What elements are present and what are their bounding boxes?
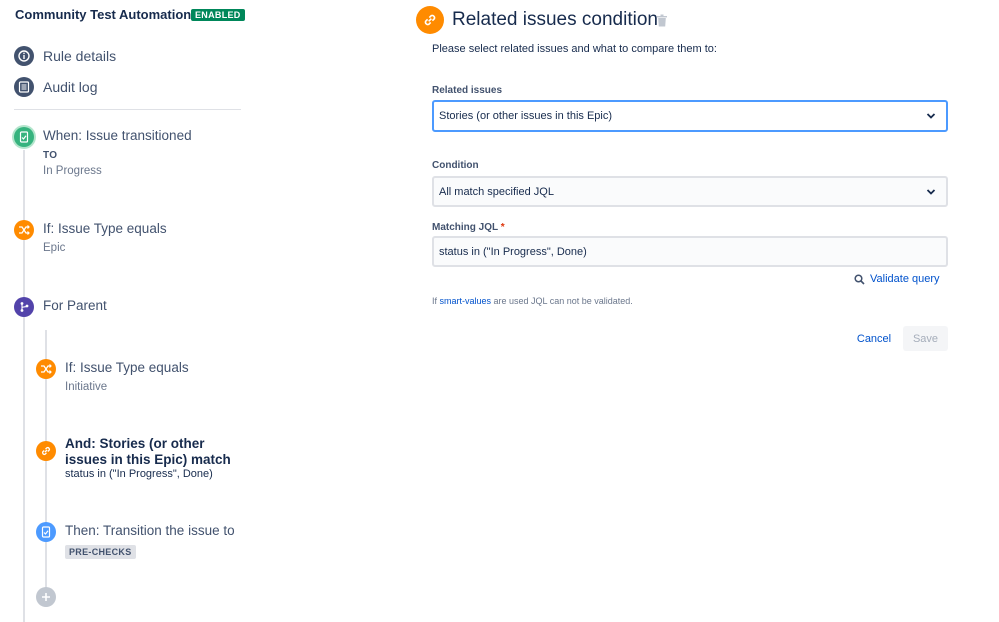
matching-jql-value: status in ("In Progress", Done) [439,245,587,258]
panel-description: Please select related issues and what to… [432,43,717,55]
condition-select[interactable]: All match specified JQL [432,176,948,207]
panel-title: Related issues condition [452,9,658,30]
component-action-title: Then: Transition the issue to [65,523,235,538]
nav-audit-log-label: Audit log [43,79,98,95]
chevron-down-icon [926,113,936,119]
helper-prefix: If [432,296,440,306]
nav-audit-log[interactable]: Audit log [14,76,97,98]
helper-suffix: are used JQL can not be validated. [491,296,633,306]
related-issues-value: Stories (or other issues in this Epic) [439,110,613,122]
status-badge: ENABLED [191,9,245,21]
search-icon [854,273,865,285]
branch-icon [14,297,34,317]
shuffle-icon [36,359,56,379]
component-branch-for-parent[interactable]: For Parent [14,297,244,321]
info-icon [14,46,34,66]
component-trigger[interactable]: When: Issue transitioned TO In Progress [14,127,244,177]
condition-value: All match specified JQL [439,185,554,198]
rule-sidebar: Community Test Automation ENABLED Rule d… [0,0,260,622]
matching-jql-label-text: Matching JQL [432,222,498,233]
component-branch-title: For Parent [43,298,107,313]
transition-icon [36,522,56,542]
component-condition-issue-type[interactable]: If: Issue Type equals Epic [14,220,244,260]
condition-label: Condition [432,160,479,171]
list-icon [14,77,34,97]
component-trigger-status: In Progress [43,165,102,177]
shuffle-icon [14,220,34,240]
smart-values-helper: If smart-values are used JQL can not be … [432,296,633,306]
component-condition-issue-type-value: Epic [43,242,66,254]
component-related-issues-title: And: Stories (or other issues in this Ep… [65,436,231,467]
nav-rule-details-label: Rule details [43,48,117,64]
link-icon [416,6,444,34]
matching-jql-label: Matching JQL * [432,222,505,233]
component-condition-issue-type-initiative[interactable]: If: Issue Type equals Initiative [36,359,246,399]
required-marker: * [500,222,505,233]
sidebar-divider [14,109,241,110]
component-related-issues-condition[interactable]: And: Stories (or other issues in this Ep… [36,436,251,486]
component-related-issues-jql: status in ("In Progress", Done) [65,468,213,480]
component-condition-issue-type-title: If: Issue Type equals [43,221,167,236]
validate-query-label: Validate query [870,273,940,285]
matching-jql-input[interactable]: status in ("In Progress", Done) [432,236,948,267]
related-issues-select[interactable]: Stories (or other issues in this Epic) [432,100,948,132]
status-lozenge: PRE-CHECKS [65,545,136,559]
component-action-transition[interactable]: Then: Transition the issue to PRE-CHECKS [36,522,246,562]
plus-icon [36,587,56,607]
smart-values-link[interactable]: smart-values [440,296,492,306]
transition-icon [14,127,34,147]
trash-icon[interactable] [656,14,668,27]
save-button[interactable]: Save [903,326,948,351]
rule-title: Community Test Automation [15,7,192,22]
add-component-button[interactable] [36,587,56,607]
cancel-button[interactable]: Cancel [849,327,899,351]
component-action-status: PRE-CHECKS [65,545,136,559]
related-issues-label: Related issues [432,85,503,96]
component-trigger-title: When: Issue transitioned [43,128,192,143]
link-icon [36,441,56,461]
chevron-down-icon [926,188,936,195]
component-trigger-to: TO [43,150,58,161]
component-condition-initiative-value: Initiative [65,381,108,393]
nav-rule-details[interactable]: Rule details [14,45,116,67]
component-condition-initiative-title: If: Issue Type equals [65,360,189,375]
validate-query-link[interactable]: Validate query [854,273,940,285]
